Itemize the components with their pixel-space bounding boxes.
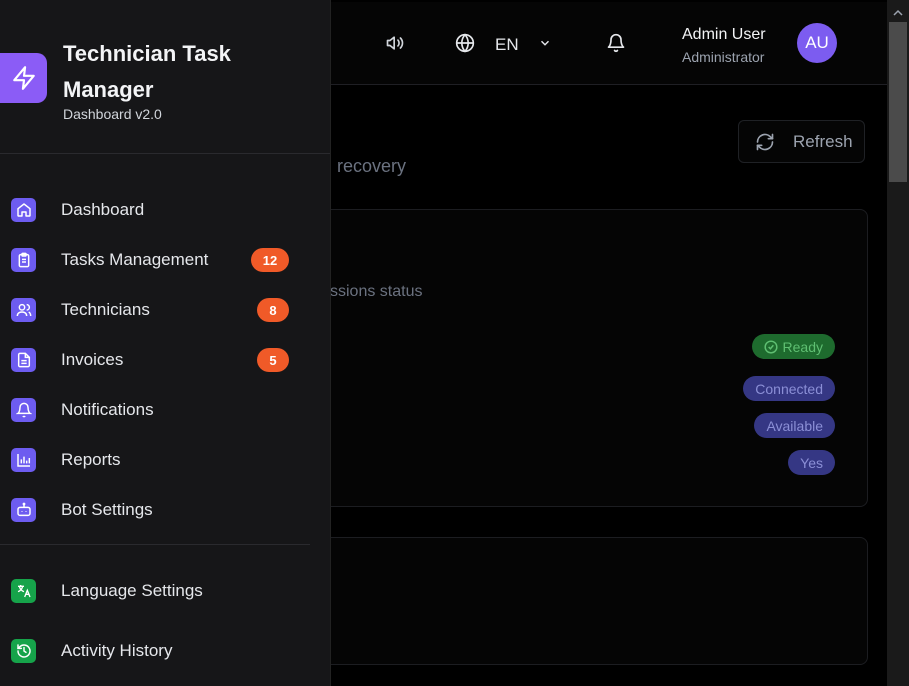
translate-icon [11,579,36,603]
users-icon [11,298,36,322]
sidebar-item-label: Activity History [61,641,173,660]
lightning-icon [11,65,37,91]
avatar[interactable]: AU [797,23,837,63]
sidebar-item-tasks[interactable]: Tasks Management 12 [0,240,310,280]
app-logo [0,53,47,103]
bell-icon [11,398,36,422]
sidebar-item-label: Notifications [61,400,154,419]
page-subtitle: recovery [337,156,407,176]
refresh-label: Refresh [793,131,853,151]
language-selector[interactable]: EN [495,35,519,55]
secondary-card [300,537,868,665]
sidebar-item-label: Invoices [61,350,124,369]
status-badge-yes: Yes [788,450,835,475]
refresh-button[interactable]: Refresh [738,120,865,163]
sidebar-item-reports[interactable]: Reports [0,440,310,480]
sidebar-item-label: Technicians [61,300,150,319]
scrollbar[interactable] [887,0,909,686]
scroll-up-arrow-icon[interactable] [893,8,903,18]
bot-icon [11,498,36,522]
sidebar-item-bot-settings[interactable]: Bot Settings [0,490,310,530]
sidebar: Technician Task Manager Dashboard v2.0 D… [0,0,331,686]
count-badge: 8 [257,298,289,322]
status-badge-connected: Connected [743,376,835,401]
sidebar-divider [0,544,310,545]
sidebar-item-technicians[interactable]: Technicians 8 [0,290,310,330]
notification-bell-icon[interactable] [606,33,626,53]
history-icon [11,639,36,663]
globe-icon[interactable] [455,33,475,53]
user-role: Administrator [682,49,765,65]
count-badge: 5 [257,348,289,372]
status-badge-available: Available [754,413,835,438]
sidebar-item-label: Dashboard [61,200,145,219]
sidebar-item-label: Tasks Management [61,250,209,269]
bar-chart-icon [11,448,36,472]
sidebar-item-activity-history[interactable]: Activity History [0,631,310,671]
sidebar-item-label: Bot Settings [61,500,153,519]
app-title: Technician Task Manager [63,41,231,102]
card-description: ssions status [330,283,423,300]
chevron-down-icon[interactable] [538,36,552,50]
check-circle-icon [763,339,778,354]
speaker-icon[interactable] [385,33,405,53]
app-version: Dashboard v2.0 [63,106,162,122]
scroll-thumb[interactable] [889,22,907,182]
file-text-icon [11,348,36,372]
sidebar-item-label: Reports [61,450,121,469]
clipboard-icon [11,248,36,272]
user-name: Admin User [682,26,766,43]
sidebar-item-language-settings[interactable]: Language Settings [0,571,310,611]
refresh-icon [755,132,775,152]
count-badge: 12 [251,248,289,272]
sidebar-divider [0,153,330,154]
status-badge-ready: Ready [751,334,835,359]
sidebar-item-label: Language Settings [61,581,203,600]
sidebar-item-invoices[interactable]: Invoices 5 [0,340,310,380]
sidebar-item-dashboard[interactable]: Dashboard [0,190,310,230]
home-icon [11,198,36,222]
sidebar-item-notifications[interactable]: Notifications [0,390,310,430]
